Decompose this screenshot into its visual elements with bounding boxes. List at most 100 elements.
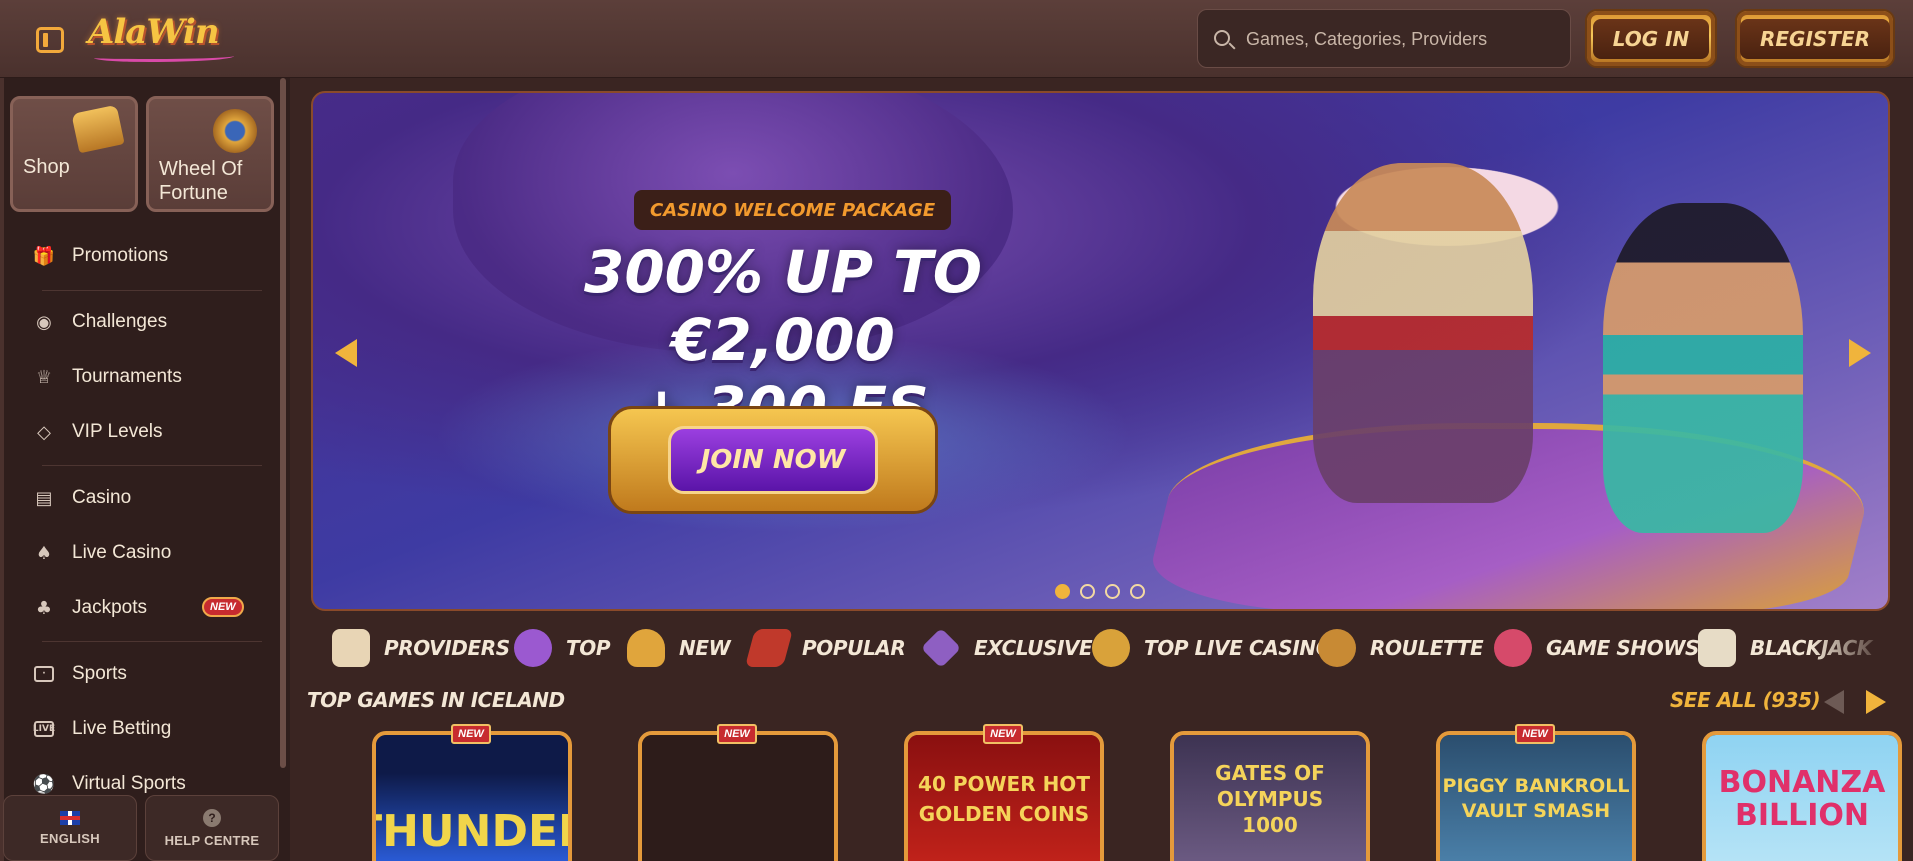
sidebar-item-vip-levels[interactable]: ◇ VIP Levels <box>22 412 262 452</box>
logo-swoosh <box>94 52 234 62</box>
category-label: POPULAR <box>802 636 906 660</box>
scroll-icon <box>332 629 370 667</box>
soccer-ball-icon: ⚽ <box>32 773 56 795</box>
register-button[interactable]: REGISTER <box>1735 9 1895 68</box>
soccer-field-icon: · <box>32 663 56 685</box>
new-badge: NEW <box>1515 724 1555 744</box>
game-title: PIGGY BANKROLL VAULT SMASH <box>1440 735 1632 861</box>
sidebar-item-sports[interactable]: · Sports <box>22 654 262 694</box>
category-label: NEW <box>679 636 731 660</box>
logo-text: AlaWin <box>88 12 220 52</box>
see-all-link[interactable]: SEE ALL (935) <box>1670 688 1821 712</box>
wheel-of-fortune-tile[interactable]: Wheel Of Fortune <box>146 96 274 212</box>
category-bar: PROVIDERS TOP NEW POPULAR EXCLUSIVE TOP … <box>326 622 1886 674</box>
slide-dots <box>1055 584 1145 599</box>
game-card[interactable]: PIGGY BANKROLL VAULT SMASH <box>1436 731 1636 861</box>
search-input[interactable] <box>1246 24 1556 54</box>
carpet-icon <box>744 629 794 667</box>
star-icon <box>514 629 552 667</box>
game-title: THUNDER <box>376 735 568 861</box>
divider <box>42 641 262 642</box>
shop-tile-label: Shop <box>23 156 70 178</box>
lamp-icon <box>627 629 665 667</box>
question-icon: ? <box>203 808 221 827</box>
login-button[interactable]: LOG IN <box>1585 9 1717 68</box>
category-label: TOP <box>566 636 611 660</box>
uk-flag-icon <box>60 810 80 825</box>
sidebar-item-label: Live Casino <box>72 542 172 563</box>
category-label: TOP LIVE CASINO <box>1144 636 1333 660</box>
roulette-icon <box>1318 629 1356 667</box>
top-header: AlaWin LOG IN REGISTER <box>0 0 1913 78</box>
game-card[interactable] <box>638 731 838 861</box>
category-fade <box>1810 622 1890 674</box>
hero-banner[interactable]: CASINO WELCOME PACKAGE 300% UP TO €2,000… <box>311 91 1890 611</box>
sidebar-scrollbar[interactable] <box>280 78 286 768</box>
new-badge: NEW <box>451 724 491 744</box>
category-new[interactable]: NEW <box>627 622 731 674</box>
cards-icon: ♠ <box>35 542 53 564</box>
sidebar-edge <box>0 78 4 861</box>
live-icon: LIVE <box>32 718 56 740</box>
promo-tag: CASINO WELCOME PACKAGE <box>634 190 952 230</box>
section-title: TOP GAMES IN ICELAND <box>307 688 565 712</box>
slide-dot[interactable] <box>1105 584 1120 599</box>
sidebar-item-promotions[interactable]: 🎁 Promotions <box>22 236 262 276</box>
slide-dot[interactable] <box>1130 584 1145 599</box>
diamond-icon: ◇ <box>37 421 51 443</box>
help-centre-button[interactable]: ? HELP CENTRE <box>145 795 279 861</box>
slide-dot[interactable] <box>1080 584 1095 599</box>
jasmine-illustration <box>1603 203 1803 533</box>
games-next-icon[interactable] <box>1866 690 1886 714</box>
sidebar-item-label: Tournaments <box>72 366 182 387</box>
game-card[interactable]: THUNDER <box>372 731 572 861</box>
category-popular[interactable]: POPULAR <box>744 622 906 674</box>
sidebar-item-live-betting[interactable]: LIVE Live Betting <box>22 709 262 749</box>
banner-next-icon[interactable] <box>1849 339 1871 367</box>
gift-icon: 🎁 <box>32 245 56 267</box>
category-top-live-casino[interactable]: TOP LIVE CASINO <box>1092 622 1333 674</box>
wheel-icon <box>213 109 257 153</box>
sidebar-item-jackpots[interactable]: ♣ Jackpots NEW <box>22 588 262 628</box>
sidebar-toggle-icon[interactable] <box>36 27 64 53</box>
search-box[interactable] <box>1197 9 1571 68</box>
join-now-button[interactable]: JOIN NOW <box>608 406 938 514</box>
category-exclusive[interactable]: EXCLUSIVE <box>920 622 1093 674</box>
category-roulette[interactable]: ROULETTE <box>1318 622 1484 674</box>
sidebar-item-label: Jackpots <box>72 597 147 618</box>
category-game-shows[interactable]: GAME SHOWS <box>1494 622 1699 674</box>
sidebar-item-label: VIP Levels <box>72 421 163 442</box>
banner-prev-icon[interactable] <box>335 339 357 367</box>
divider <box>42 465 262 466</box>
sidebar-item-casino[interactable]: ▤ Casino <box>22 478 262 518</box>
shop-tile[interactable]: Shop <box>10 96 138 212</box>
game-card[interactable]: 40 POWER HOT GOLDEN COINS <box>904 731 1104 861</box>
games-prev-icon[interactable] <box>1824 690 1844 714</box>
language-button[interactable]: ENGLISH <box>3 795 137 861</box>
sidebar-item-challenges[interactable]: ◉ Challenges <box>22 302 262 342</box>
sidebar-item-tournaments[interactable]: ♕ Tournaments <box>22 357 262 397</box>
sidebar-footer: ENGLISH ? HELP CENTRE <box>0 795 290 861</box>
new-badge: NEW <box>983 724 1023 744</box>
sidebar-item-label: Challenges <box>72 311 168 332</box>
game-title: BONANZA BILLION <box>1706 735 1898 861</box>
wheel-tile-label: Wheel Of Fortune <box>159 158 243 204</box>
sidebar-item-label: Sports <box>72 663 127 684</box>
game-card[interactable]: BONANZA BILLION <box>1702 731 1902 861</box>
category-providers[interactable]: PROVIDERS <box>332 622 510 674</box>
logo[interactable]: AlaWin <box>88 8 238 66</box>
slide-dot[interactable] <box>1055 584 1070 599</box>
game-title: 40 POWER HOT GOLDEN COINS <box>908 735 1100 861</box>
category-label: GAME SHOWS <box>1546 636 1700 660</box>
game-card[interactable]: GATES OF OLYMPUS 1000 <box>1170 731 1370 861</box>
category-top[interactable]: TOP <box>514 622 611 674</box>
divider <box>42 290 262 291</box>
register-label: REGISTER <box>1739 18 1891 59</box>
category-label: PROVIDERS <box>384 636 510 660</box>
search-icon <box>1214 30 1230 46</box>
sidebar-item-label: Live Betting <box>72 718 172 739</box>
sidebar-item-live-casino[interactable]: ♠ Live Casino <box>22 533 262 573</box>
game-placeholder <box>642 735 834 861</box>
shopping-bag-icon <box>71 104 125 154</box>
language-label: ENGLISH <box>40 830 100 846</box>
